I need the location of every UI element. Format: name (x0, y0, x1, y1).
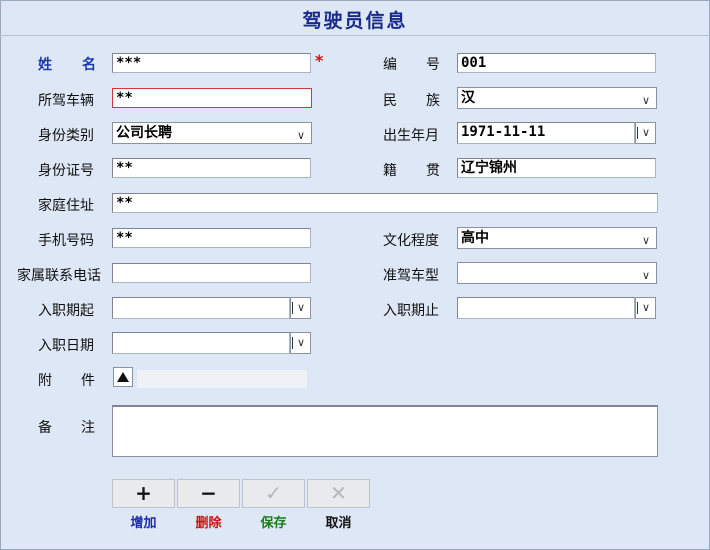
hire-start-label: 入职期起 (38, 303, 94, 319)
chevron-down-icon: ∨ (641, 94, 650, 107)
id-number-label: 身份证号 (38, 163, 94, 179)
grip-icon (292, 337, 293, 349)
upload-button[interactable] (113, 367, 133, 387)
remarks-textarea[interactable] (112, 405, 658, 457)
chevron-down-icon: ∨ (641, 301, 650, 314)
ethnicity-value: 汉 (461, 90, 475, 106)
phone-label: 手机号码 (38, 233, 94, 249)
id-type-select[interactable]: 公司长聘 ∨ (112, 122, 312, 144)
chevron-down-icon: ∨ (641, 269, 650, 282)
address-label: 家庭住址 (38, 198, 94, 214)
remarks-label: 备注 (38, 420, 95, 436)
cancel-label[interactable]: 取消 (307, 512, 370, 531)
number-input[interactable]: 001 (457, 53, 656, 73)
delete-button[interactable]: − (177, 479, 240, 508)
save-button[interactable]: ✓ (242, 479, 305, 508)
native-place-label: 籍贯 (383, 163, 440, 179)
grip-icon (637, 127, 638, 139)
id-type-label: 身份类别 (38, 128, 94, 144)
address-input[interactable]: ** (112, 193, 658, 213)
education-value: 高中 (461, 230, 489, 246)
grip-icon (292, 302, 293, 314)
birth-label: 出生年月 (383, 128, 439, 144)
birth-picker-button[interactable]: ∨ (635, 122, 656, 144)
hire-date-picker-button[interactable]: ∨ (290, 332, 311, 354)
license-type-select[interactable]: ∨ (457, 262, 657, 284)
vehicle-label: 所驾车辆 (38, 93, 94, 109)
chevron-down-icon: ∨ (296, 301, 305, 314)
hire-date-input[interactable] (112, 332, 290, 354)
native-place-input[interactable]: 辽宁锦州 (457, 158, 656, 178)
hire-end-label: 入职期止 (383, 303, 439, 319)
hire-start-picker-button[interactable]: ∨ (290, 297, 311, 319)
chevron-down-icon: ∨ (296, 129, 305, 142)
education-label: 文化程度 (383, 233, 439, 249)
chevron-down-icon: ∨ (641, 234, 650, 247)
cancel-button[interactable]: ✕ (307, 479, 370, 508)
name-input[interactable]: *** (112, 53, 311, 73)
delete-label[interactable]: 删除 (177, 512, 240, 531)
birth-input[interactable]: 1971-11-11 (457, 122, 635, 144)
page-title: 驾驶员信息 (302, 10, 408, 32)
save-label[interactable]: 保存 (242, 512, 305, 531)
upload-arrow-icon (117, 372, 129, 382)
family-phone-label: 家属联系电话 (17, 268, 101, 284)
phone-input[interactable]: ** (112, 228, 311, 248)
name-label: 姓名 (38, 57, 96, 73)
family-phone-input[interactable] (112, 263, 311, 283)
hire-end-input[interactable] (457, 297, 635, 319)
hire-start-input[interactable] (112, 297, 290, 319)
add-button[interactable]: + (112, 479, 175, 508)
hire-end-picker-button[interactable]: ∨ (635, 297, 656, 319)
chevron-down-icon: ∨ (296, 336, 305, 349)
attachment-bar (137, 370, 307, 388)
hire-date-label: 入职日期 (38, 338, 94, 354)
add-label[interactable]: 增加 (112, 512, 175, 531)
required-star: * (315, 51, 324, 70)
id-type-value: 公司长聘 (116, 125, 172, 141)
vehicle-input[interactable]: ** (112, 88, 312, 108)
chevron-down-icon: ∨ (641, 126, 650, 139)
education-select[interactable]: 高中 ∨ (457, 227, 657, 249)
ethnicity-label: 民族 (383, 93, 440, 109)
number-label: 编号 (383, 57, 440, 73)
license-type-label: 准驾车型 (383, 268, 439, 284)
grip-icon (637, 302, 638, 314)
title-divider (0, 35, 710, 36)
attachment-label: 附件 (38, 373, 95, 389)
ethnicity-select[interactable]: 汉 ∨ (457, 87, 657, 109)
id-number-input[interactable]: ** (112, 158, 311, 178)
